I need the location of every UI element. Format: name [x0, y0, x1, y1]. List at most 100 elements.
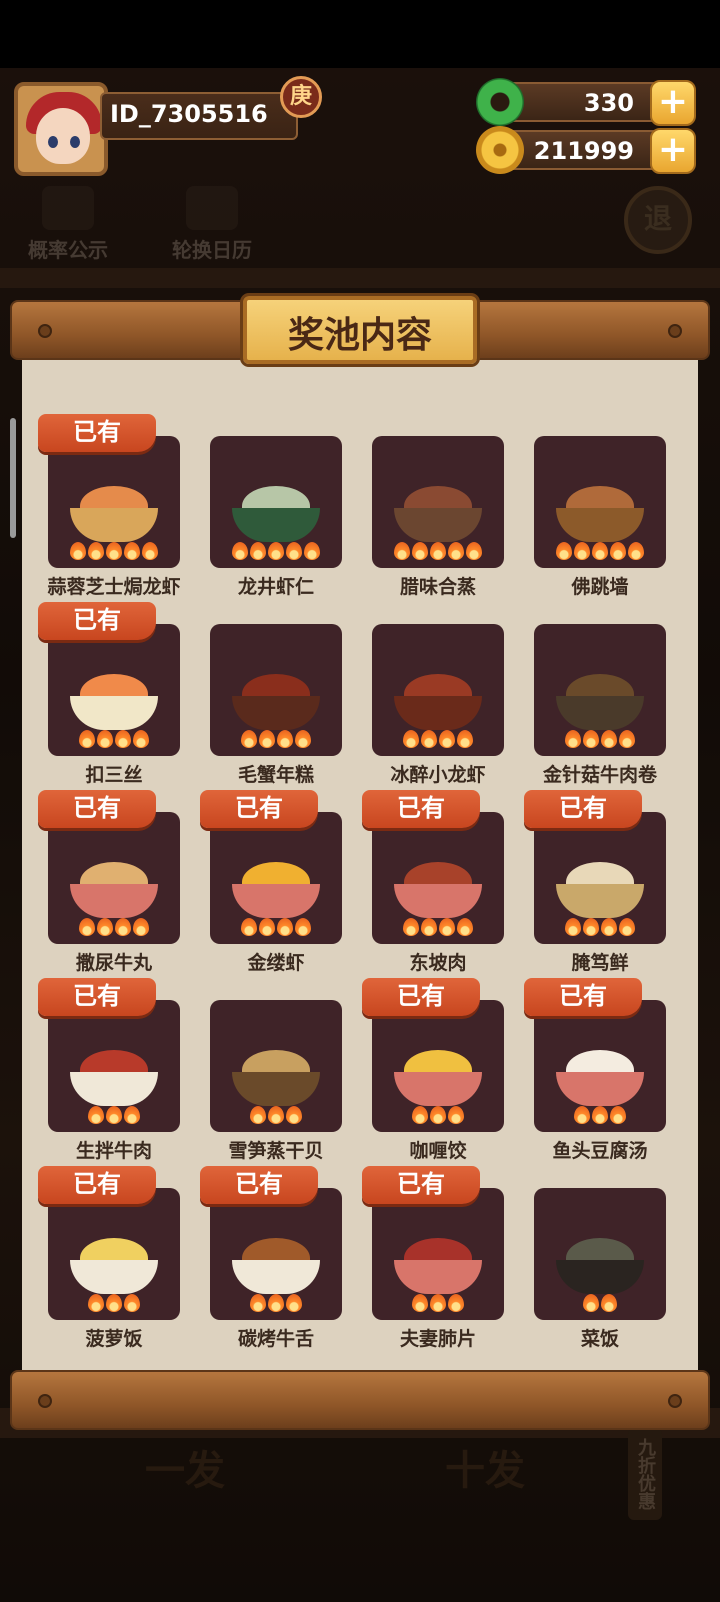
dish-image	[394, 674, 482, 730]
flame-icon	[430, 542, 446, 560]
flame-icon	[286, 1106, 302, 1124]
flame-icon	[412, 542, 428, 560]
avatar-eye	[48, 136, 58, 148]
rarity-flames	[210, 542, 342, 564]
flame-icon	[448, 1106, 464, 1124]
bowl-shape	[556, 696, 644, 730]
dish-card[interactable]	[48, 812, 180, 944]
dish-card[interactable]	[210, 812, 342, 944]
dish-name: 腊味合蒸	[399, 576, 476, 598]
dish-name: 东坡肉	[409, 952, 467, 974]
dish-image	[232, 486, 320, 542]
owned-badge: 已有	[38, 602, 156, 640]
add-coin-button[interactable]: +	[650, 128, 696, 174]
flame-icon	[106, 1294, 122, 1312]
jade-resource: 330 +	[476, 78, 696, 126]
flame-icon	[88, 1294, 104, 1312]
flame-icon	[250, 1106, 266, 1124]
nail-icon	[38, 324, 52, 338]
flame-icon	[565, 918, 581, 936]
flame-icon	[97, 918, 113, 936]
flame-icon	[97, 730, 113, 748]
coin-value: 211999	[533, 137, 634, 165]
rarity-flames	[372, 1106, 504, 1128]
dish-card[interactable]	[210, 436, 342, 568]
rarity-flames	[372, 918, 504, 940]
bowl-shape	[70, 884, 158, 918]
dish-image	[556, 486, 644, 542]
flame-icon	[106, 1106, 122, 1124]
dish-name: 冰醉小龙虾	[390, 764, 486, 786]
dish-card[interactable]	[372, 1188, 504, 1320]
add-jade-button[interactable]: +	[650, 80, 696, 126]
flame-icon	[574, 1106, 590, 1124]
flame-icon	[448, 542, 464, 560]
owned-badge: 已有	[200, 1166, 318, 1204]
dish-card[interactable]	[210, 1188, 342, 1320]
dish-card[interactable]	[372, 624, 504, 756]
flame-icon	[124, 1294, 140, 1312]
flame-icon	[70, 542, 86, 560]
bowl-shape	[70, 1072, 158, 1106]
flame-icon	[124, 542, 140, 560]
dish-card[interactable]	[48, 1188, 180, 1320]
dish-card[interactable]	[534, 1188, 666, 1320]
dish-card[interactable]	[210, 1000, 342, 1132]
dish-name: 蒜蓉芝士焗龙虾	[47, 576, 181, 598]
dish-name: 撒尿牛丸	[75, 952, 152, 974]
dish-name: 雪笋蒸干贝	[228, 1140, 324, 1162]
dish-card[interactable]	[48, 1000, 180, 1132]
flame-icon	[412, 1294, 428, 1312]
rarity-flames	[372, 542, 504, 564]
flame-icon	[133, 918, 149, 936]
flame-icon	[79, 730, 95, 748]
dish-card[interactable]	[534, 624, 666, 756]
scrollbar[interactable]	[10, 418, 16, 538]
flame-icon	[115, 730, 131, 748]
owned-badge: 已有	[362, 1166, 480, 1204]
dish-card[interactable]	[210, 624, 342, 756]
flame-icon	[583, 918, 599, 936]
flame-icon	[232, 542, 248, 560]
rarity-flames	[48, 730, 180, 752]
flame-icon	[286, 1294, 302, 1312]
jade-icon	[476, 78, 524, 126]
dish-card[interactable]	[372, 1000, 504, 1132]
rarity-flames	[210, 1294, 342, 1316]
rarity-flames	[210, 1106, 342, 1128]
bowl-shape	[394, 508, 482, 542]
dish-name: 金针菇牛肉卷	[542, 764, 657, 786]
dish-card[interactable]	[48, 436, 180, 568]
dish-name: 夫妻肺片	[399, 1328, 476, 1350]
panel-title: 奖池内容	[287, 315, 432, 356]
avatar-face	[36, 108, 90, 164]
flame-icon	[601, 730, 617, 748]
dish-card[interactable]	[534, 812, 666, 944]
flame-icon	[403, 918, 419, 936]
dish-name: 咖喱饺	[409, 1140, 467, 1162]
bowl-shape	[70, 1260, 158, 1294]
avatar-eye	[70, 136, 80, 148]
avatar[interactable]	[14, 82, 108, 176]
flame-icon	[295, 918, 311, 936]
dish-image	[556, 674, 644, 730]
jade-value: 330	[583, 89, 634, 117]
rarity-flames	[534, 1106, 666, 1128]
flame-icon	[268, 1294, 284, 1312]
rarity-flames	[534, 918, 666, 940]
flame-icon	[241, 918, 257, 936]
dish-card[interactable]	[372, 812, 504, 944]
rank-badge[interactable]: 庚	[280, 76, 322, 118]
dish-card[interactable]	[534, 436, 666, 568]
rarity-flames	[372, 730, 504, 752]
dish-card[interactable]	[372, 436, 504, 568]
dish-image	[70, 862, 158, 918]
dish-image	[394, 1238, 482, 1294]
dish-image	[232, 1238, 320, 1294]
dish-card[interactable]	[534, 1000, 666, 1132]
bowl-shape	[70, 696, 158, 730]
dish-card[interactable]	[48, 624, 180, 756]
bowl-shape	[394, 1072, 482, 1106]
flame-icon	[601, 1294, 617, 1312]
dish-image	[556, 862, 644, 918]
